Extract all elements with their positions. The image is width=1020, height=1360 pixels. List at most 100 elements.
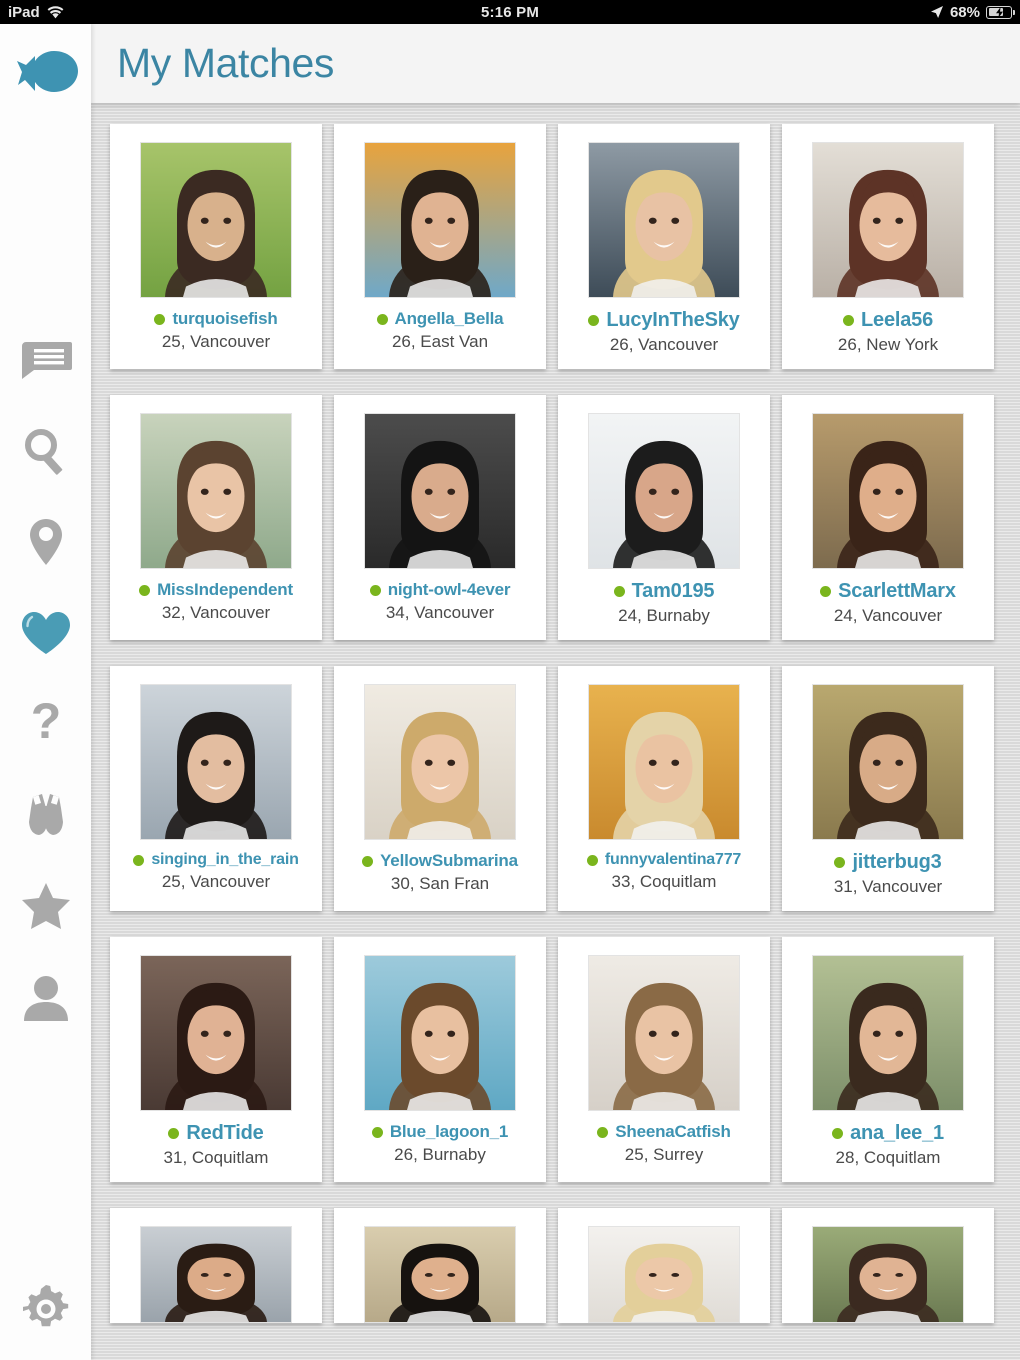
- profile-photo-frame[interactable]: [588, 413, 740, 569]
- profile-photo-frame[interactable]: [812, 413, 964, 569]
- device-label: iPad: [8, 3, 40, 21]
- match-card[interactable]: Blue_lagoon_1 26, Burnaby: [334, 937, 546, 1182]
- match-username[interactable]: funnyvalentina777: [605, 851, 741, 869]
- match-age-location: 24, Vancouver: [833, 606, 943, 625]
- match-card[interactable]: RedTide 31, Coquitlam: [110, 937, 322, 1182]
- match-card[interactable]: Leela56 26, New York: [782, 124, 994, 369]
- profile-photo-frame[interactable]: [140, 413, 292, 569]
- match-name-row: funnyvalentina777: [558, 851, 770, 869]
- sidebar-item-matches[interactable]: [0, 587, 91, 678]
- match-card[interactable]: night-owl-4ever 34, Vancouver: [334, 395, 546, 640]
- match-username[interactable]: Leela56: [861, 309, 933, 332]
- match-card[interactable]: MissIndependent 32, Vancouver: [110, 395, 322, 640]
- online-status-dot: [371, 1126, 383, 1138]
- match-username[interactable]: Angella_Bella: [395, 309, 504, 329]
- match-username[interactable]: ScarlettMarx: [838, 580, 956, 603]
- match-name-row: Blue_lagoon_1: [334, 1122, 546, 1142]
- profile-photo-frame[interactable]: [812, 684, 964, 840]
- match-username[interactable]: Blue_lagoon_1: [390, 1122, 509, 1142]
- sidebar-item-search[interactable]: [0, 405, 91, 496]
- sidebar-item-settings[interactable]: [0, 1272, 91, 1342]
- profile-photo-frame[interactable]: [364, 955, 516, 1111]
- match-card[interactable]: ana_lee_1 28, Coquitlam: [782, 937, 994, 1182]
- match-username[interactable]: SheenaCatfish: [615, 1122, 731, 1142]
- wifi-icon: [47, 5, 64, 18]
- matches-scroll-area[interactable]: turquoisefish 25, Vancouver Angella_Bella…: [91, 103, 1020, 1360]
- sidebar-item-profile[interactable]: [0, 951, 91, 1042]
- match-name-row: singing_in_the_rain: [110, 851, 322, 869]
- match-age-location: 33, Coquitlam: [611, 872, 717, 891]
- profile-photo-frame[interactable]: [364, 684, 516, 840]
- match-age-location: 24, Burnaby: [618, 606, 710, 625]
- match-username[interactable]: RedTide: [186, 1122, 263, 1145]
- match-username[interactable]: LucyInTheSky: [606, 309, 739, 332]
- profile-photo: [141, 143, 291, 297]
- profile-photo: [365, 143, 515, 297]
- online-status-dot: [843, 315, 854, 326]
- match-username[interactable]: Tam0195: [632, 580, 715, 603]
- clock: 5:16 PM: [480, 3, 540, 21]
- profile-photo-frame[interactable]: [588, 142, 740, 298]
- profile-photo-frame[interactable]: [140, 684, 292, 840]
- profile-photo: [141, 1227, 291, 1322]
- match-card[interactable]: [558, 1208, 770, 1323]
- profile-photo-frame[interactable]: [364, 1226, 516, 1323]
- online-status-dot: [597, 1126, 609, 1138]
- profile-photo-frame[interactable]: [588, 955, 740, 1111]
- match-card[interactable]: SheenaCatfish 25, Surrey: [558, 937, 770, 1182]
- profile-photo-frame[interactable]: [364, 142, 516, 298]
- profile-photo-frame[interactable]: [588, 684, 740, 840]
- profile-photo-frame[interactable]: [140, 142, 292, 298]
- sidebar-item-favourites[interactable]: [0, 860, 91, 951]
- profile-photo: [813, 414, 963, 568]
- match-name-row: ScarlettMarx: [782, 580, 994, 603]
- sidebar-item-viewed[interactable]: [0, 769, 91, 860]
- match-card[interactable]: [782, 1208, 994, 1323]
- sidebar-item-messages[interactable]: [0, 314, 91, 405]
- match-card[interactable]: turquoisefish 25, Vancouver: [110, 124, 322, 369]
- match-name-row: MissIndependent: [110, 580, 322, 600]
- fish-logo-icon[interactable]: [12, 42, 82, 104]
- match-card[interactable]: [334, 1208, 546, 1323]
- match-username[interactable]: YellowSubmarina: [380, 851, 518, 871]
- search-icon: [24, 428, 62, 475]
- profile-photo-frame[interactable]: [812, 955, 964, 1111]
- match-card[interactable]: jitterbug3 31, Vancouver: [782, 666, 994, 911]
- profile-photo-frame[interactable]: [364, 413, 516, 569]
- match-card[interactable]: LucyInTheSky 26, Vancouver: [558, 124, 770, 369]
- match-card[interactable]: funnyvalentina777 33, Coquitlam: [558, 666, 770, 911]
- online-status-dot: [369, 584, 381, 596]
- online-status-dot: [168, 1128, 180, 1139]
- gear-icon: [22, 1285, 68, 1327]
- profile-photo-frame[interactable]: [588, 1226, 740, 1323]
- profile-photo-frame[interactable]: [812, 142, 964, 298]
- match-card[interactable]: ScarlettMarx 24, Vancouver: [782, 395, 994, 640]
- profile-photo: [813, 685, 963, 839]
- match-card[interactable]: singing_in_the_rain 25, Vancouver: [110, 666, 322, 911]
- match-username[interactable]: MissIndependent: [157, 580, 293, 600]
- sidebar-item-help[interactable]: ?: [0, 678, 91, 769]
- profile-photo-frame[interactable]: [812, 1226, 964, 1323]
- match-username[interactable]: ana_lee_1: [850, 1122, 944, 1145]
- match-age-location: 34, Vancouver: [385, 603, 495, 622]
- match-username[interactable]: turquoisefish: [172, 309, 277, 329]
- match-name-row: SheenaCatfish: [558, 1122, 770, 1142]
- question-mark-icon: ?: [30, 698, 61, 749]
- profile-photo-frame[interactable]: [140, 955, 292, 1111]
- match-card[interactable]: Angella_Bella 26, East Van: [334, 124, 546, 369]
- match-card[interactable]: Tam0195 24, Burnaby: [558, 395, 770, 640]
- match-username[interactable]: night-owl-4ever: [388, 580, 511, 600]
- sidebar-item-nearby[interactable]: [0, 496, 91, 587]
- match-name-row: LucyInTheSky: [558, 309, 770, 332]
- match-username[interactable]: singing_in_the_rain: [151, 851, 299, 869]
- status-right: 68%: [930, 4, 1015, 21]
- match-card[interactable]: [110, 1208, 322, 1323]
- match-card[interactable]: YellowSubmarina 30, San Fran: [334, 666, 546, 911]
- match-age-location: 26, Burnaby: [394, 1145, 486, 1164]
- profile-photo: [813, 143, 963, 297]
- profile-photo-frame[interactable]: [140, 1226, 292, 1323]
- match-name-row: turquoisefish: [110, 309, 322, 329]
- location-pin-icon: [29, 518, 62, 565]
- match-name-row: RedTide: [110, 1122, 322, 1145]
- match-username[interactable]: jitterbug3: [852, 851, 941, 874]
